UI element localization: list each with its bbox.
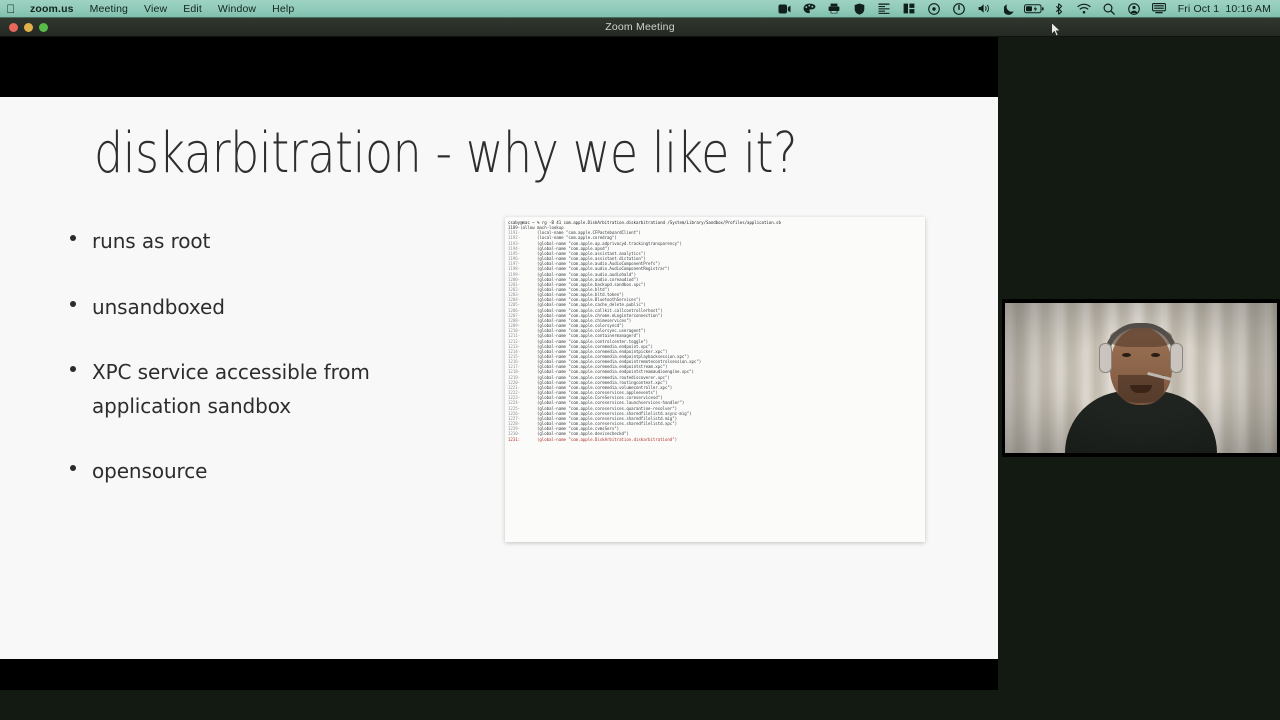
window-title: Zoom Meeting	[605, 20, 675, 33]
list-item: opensource	[70, 455, 450, 489]
slide-bullet-list: runs as root unsandboxed XPC service acc…	[70, 225, 450, 521]
menu-bar-left:  zoom.us Meeting View Edit Window Help	[0, 0, 302, 18]
record-dot-icon[interactable]	[922, 0, 947, 18]
stats-icon[interactable]	[897, 0, 922, 18]
macos-menu-bar:  zoom.us Meeting View Edit Window Help	[0, 0, 1280, 18]
apple-logo-icon[interactable]: 	[0, 0, 22, 18]
list-item: unsandboxed	[70, 291, 450, 325]
mouse-cursor-icon	[1051, 22, 1062, 37]
power-icon[interactable]	[947, 0, 972, 18]
terminal-line-number: 1231:	[508, 436, 521, 442]
video-feed	[1005, 303, 1277, 453]
video-tile-letterbox	[1002, 453, 1280, 457]
window-titlebar: Zoom Meeting	[0, 18, 1280, 37]
menu-item-window[interactable]: Window	[210, 0, 264, 18]
presentation-slide: diskarbitration - why we like it? runs a…	[0, 97, 998, 659]
bullet-dot-icon	[70, 366, 76, 373]
menu-bar-status-area: Fri Oct 1 10:16 AM	[772, 0, 1280, 18]
terminal-output-lines: 1191- (local-name "com.apple.CFPasteboar…	[508, 230, 921, 441]
paint-palette-icon[interactable]	[797, 0, 822, 18]
bullet-text: unsandboxed	[92, 294, 225, 319]
menu-item-help[interactable]: Help	[264, 0, 302, 18]
video-participant-tile[interactable]	[1002, 299, 1280, 457]
bullet-dot-icon	[70, 235, 76, 241]
wifi-icon[interactable]	[1072, 0, 1097, 18]
do-not-disturb-moon-icon[interactable]	[997, 0, 1022, 18]
bullet-text: opensource	[92, 459, 208, 484]
menu-bar-clock[interactable]: Fri Oct 1 10:16 AM	[1172, 0, 1274, 18]
bluetooth-icon[interactable]	[1047, 0, 1072, 18]
bullet-text: XPC service accessible from application …	[92, 360, 370, 418]
bullet-dot-icon	[70, 300, 76, 307]
terminal-screenshot: csaby@mac ~ % rg -B 41 com.apple.DiskArb…	[505, 217, 925, 542]
video-vignette	[1005, 303, 1277, 453]
list-item: XPC service accessible from application …	[70, 356, 450, 423]
shared-screen-region[interactable]: diskarbitration - why we like it? runs a…	[0, 37, 998, 690]
menu-item-edit[interactable]: Edit	[175, 0, 210, 18]
terminal-line: 1231: (global-name "com.apple.DiskArbitr…	[508, 436, 678, 442]
printer-icon[interactable]	[822, 0, 847, 18]
zoom-meeting-stage: diskarbitration - why we like it? runs a…	[0, 37, 1280, 720]
spotlight-search-icon[interactable]	[1097, 0, 1122, 18]
text-tool-icon[interactable]	[872, 0, 897, 18]
user-account-icon[interactable]	[1122, 0, 1147, 18]
list-item: runs as root	[70, 225, 450, 259]
bullet-text: runs as root	[92, 229, 211, 253]
slide-title: diskarbitration - why we like it?	[94, 121, 798, 186]
menu-item-zoom-us[interactable]: zoom.us	[22, 0, 82, 18]
battery-icon[interactable]	[1022, 0, 1047, 18]
menu-item-meeting[interactable]: Meeting	[82, 0, 136, 18]
screen-recording-icon[interactable]	[772, 0, 797, 18]
menu-item-view[interactable]: View	[136, 0, 175, 18]
bullet-dot-icon	[70, 465, 76, 472]
shield-icon[interactable]	[847, 0, 872, 18]
display-icon[interactable]	[1147, 0, 1172, 18]
volume-icon[interactable]	[972, 0, 997, 18]
